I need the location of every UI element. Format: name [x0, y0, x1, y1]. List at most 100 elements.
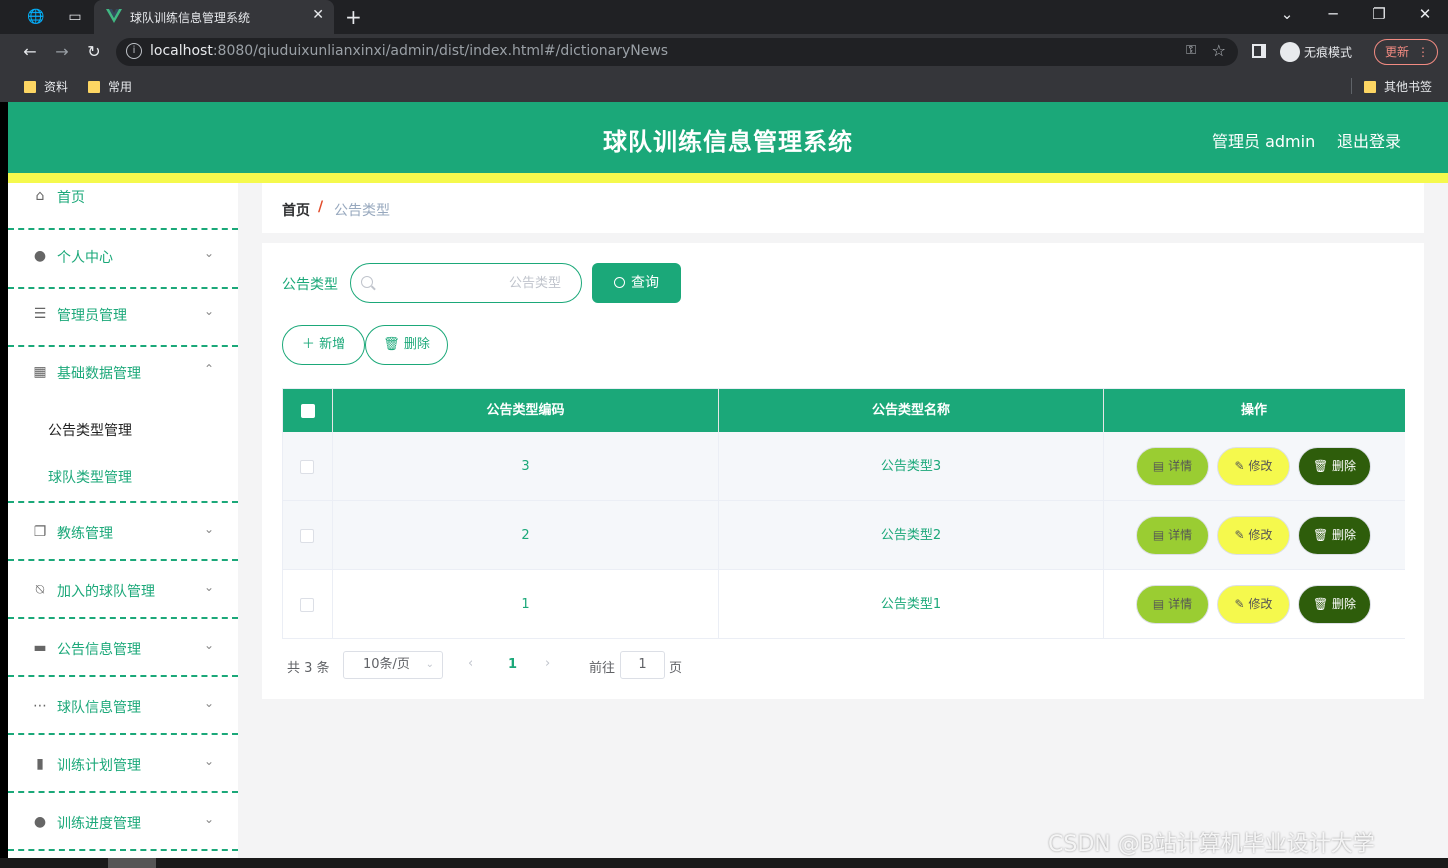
page-number-current[interactable]: 1 [508, 657, 517, 672]
bookmark-folder[interactable]: 资料 [24, 78, 68, 95]
goto-page-input[interactable]: 1 [620, 651, 665, 679]
minimize-icon[interactable]: ─ [1323, 5, 1343, 23]
sidebar-subitem-notice-type[interactable]: 公告类型管理 [8, 403, 238, 453]
url-field[interactable]: i localhost:8080/qiuduixunlianxinxi/admi… [116, 38, 1238, 66]
column-header: 操作 [1240, 403, 1267, 418]
bookmark-folder[interactable]: 常用 [88, 78, 132, 95]
row-select-cell [283, 570, 333, 639]
pencil-icon: ✎ [1234, 597, 1249, 611]
password-key-icon[interactable]: ⚿ [1186, 43, 1196, 58]
browser-tab-active[interactable]: 球队训练信息管理系统 ✕ [94, 0, 334, 34]
trash-icon: 🗑 [1312, 528, 1333, 542]
trash-icon: 🗑 [383, 337, 404, 352]
row-checkbox[interactable] [300, 598, 314, 612]
actions-cell: ▤ 详情 ✎ 修改 🗑 删除 [1104, 501, 1404, 570]
menu-dots-icon[interactable]: ⋮ [1417, 40, 1429, 64]
folder-icon [88, 80, 100, 93]
data-table: 公告类型编码 公告类型名称 操作 3 公告类型3 ▤ 详情 ✎ 修改 🗑 删除 … [282, 388, 1405, 639]
chevron-down-icon: ⌄ [204, 696, 215, 710]
search-field[interactable] [350, 263, 582, 303]
row-select-cell [283, 432, 333, 501]
column-header: 公告类型编码 [333, 389, 719, 432]
other-bookmarks[interactable]: 其他书签 [1364, 78, 1432, 95]
app-header: 球队训练信息管理系统 管理员 admin 退出登录 [8, 102, 1448, 173]
sidebar-item-basic-data[interactable]: ▦ 基础数据管理 ⌃ [8, 347, 238, 403]
code-cell: 1 [333, 570, 719, 639]
breadcrumb-separator: / [318, 199, 324, 215]
sidebar-item-admins[interactable]: ☰ 管理员管理 ⌄ [8, 289, 238, 347]
delete-button[interactable]: 🗑 删除 [1298, 516, 1371, 555]
batch-delete-button[interactable]: 🗑 删除 [365, 325, 448, 365]
side-panel-icon[interactable] [1252, 44, 1266, 58]
query-button[interactable]: 查询 [592, 263, 681, 303]
incognito-indicator[interactable]: 无痕模式 [1280, 42, 1352, 62]
tab-close-icon[interactable]: ✕ [312, 7, 324, 23]
bookmark-star-icon[interactable]: ☆ [1212, 41, 1226, 60]
breadcrumb: 首页 / 公告类型 [262, 183, 1424, 233]
sidebar-item-profile[interactable]: ● 个人中心 ⌄ [8, 231, 238, 289]
url-text[interactable]: localhost:8080/qiuduixunlianxinxi/admin/… [150, 43, 668, 59]
forward-icon[interactable]: → [51, 41, 73, 63]
row-checkbox[interactable] [300, 460, 314, 474]
prev-page-icon[interactable]: ‹ [468, 656, 473, 671]
notebook-icon: ▮ [36, 756, 44, 772]
chevron-down-icon: ⌄ [204, 754, 215, 768]
delete-button[interactable]: 🗑 删除 [1298, 585, 1371, 624]
trash-icon: 🗑 [1312, 597, 1333, 611]
sidebar-item-coaches[interactable]: ❐ 教练管理 ⌄ [8, 503, 238, 561]
next-page-icon[interactable]: › [545, 656, 550, 671]
trash-icon: 🗑 [1312, 459, 1333, 473]
edit-button[interactable]: ✎ 修改 [1217, 585, 1290, 624]
search-input[interactable] [381, 272, 561, 294]
tab-search-icon[interactable]: ⌄ [1277, 5, 1297, 23]
select-all-checkbox[interactable] [301, 404, 315, 418]
detail-button[interactable]: ▤ 详情 [1136, 585, 1209, 624]
sidebar-item-teams[interactable]: ⋯ 球队信息管理 ⌄ [8, 677, 238, 735]
current-user: 管理员 admin [1212, 132, 1316, 151]
breadcrumb-home[interactable]: 首页 [282, 200, 310, 220]
doc-icon: ▤ [1152, 597, 1169, 611]
chat-icon: ▬ [33, 640, 47, 656]
plus-icon: ＋ [301, 337, 320, 352]
browser-address-bar: ← → ↻ i localhost:8080/qiuduixunlianxinx… [0, 34, 1448, 70]
chevron-down-icon: ⌄ [204, 580, 215, 594]
sidebar-item-training-plans[interactable]: ▮ 训练计划管理 ⌄ [8, 735, 238, 793]
sidebar-item-joined-teams[interactable]: ⍉ 加入的球队管理 ⌄ [8, 561, 238, 619]
user-icon: ● [33, 248, 47, 264]
sidebar-subitem-team-type[interactable]: 球队类型管理 [8, 453, 238, 503]
os-taskbar [0, 858, 1448, 868]
folder-icon [1364, 80, 1376, 93]
bookmark-separator [1351, 78, 1352, 94]
delete-button[interactable]: 🗑 删除 [1298, 447, 1371, 486]
detail-button[interactable]: ▤ 详情 [1136, 516, 1209, 555]
sidebar-item-notices[interactable]: ▬ 公告信息管理 ⌄ [8, 619, 238, 677]
taskbar-item[interactable] [108, 858, 156, 868]
restore-icon[interactable]: ❐ [1369, 5, 1389, 23]
window-close-icon[interactable]: ✕ [1415, 5, 1435, 23]
name-cell: 公告类型3 [719, 432, 1104, 501]
reload-icon[interactable]: ↻ [83, 41, 105, 63]
add-button[interactable]: ＋ 新增 [282, 325, 365, 365]
actions-cell: ▤ 详情 ✎ 修改 🗑 删除 [1104, 570, 1404, 639]
update-button[interactable]: 更新 ⋮ [1374, 39, 1438, 65]
page-size-select[interactable]: 10条/页 ⌄ [343, 651, 443, 679]
logout-link[interactable]: 退出登录 [1337, 128, 1401, 152]
chevron-down-icon: ⌄ [204, 522, 215, 536]
list-icon: ☰ [33, 306, 47, 322]
edit-button[interactable]: ✎ 修改 [1217, 447, 1290, 486]
new-tab-icon[interactable]: + [345, 5, 362, 29]
detail-button[interactable]: ▤ 详情 [1136, 447, 1209, 486]
edit-button[interactable]: ✎ 修改 [1217, 516, 1290, 555]
site-info-icon[interactable]: i [126, 43, 142, 59]
name-cell: 公告类型2 [719, 501, 1104, 570]
search-label: 公告类型 [282, 277, 338, 293]
row-checkbox[interactable] [300, 529, 314, 543]
doc-icon: ▤ [1152, 459, 1169, 473]
sidebar-item-training-progress[interactable]: ● 训练进度管理 ⌄ [8, 793, 238, 851]
watermark: CSDN @B站计算机毕业设计大学 [1048, 832, 1375, 857]
window-tab-icon[interactable]: ▭ [66, 8, 84, 26]
globe-icon[interactable]: 🌐 [27, 8, 45, 26]
table-row: 1 公告类型1 ▤ 详情 ✎ 修改 🗑 删除 [283, 570, 1405, 639]
back-icon[interactable]: ← [19, 41, 41, 63]
sidebar-item-home[interactable]: ⌂ 首页 [8, 174, 238, 230]
